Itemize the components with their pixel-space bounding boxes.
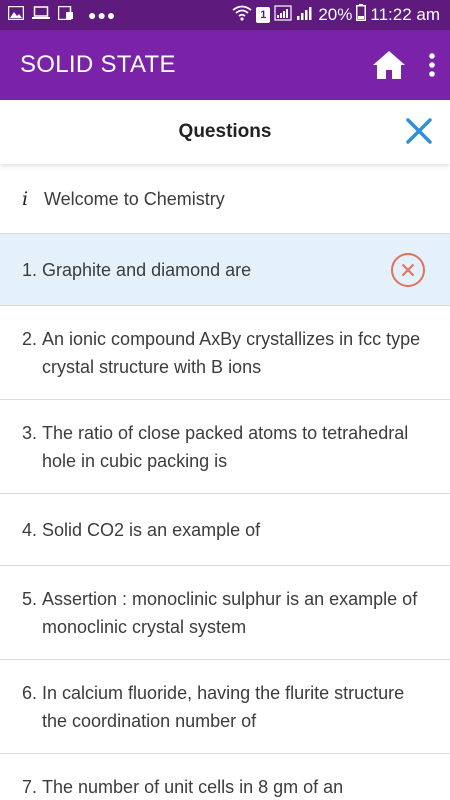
panel-title: Questions <box>178 121 272 142</box>
laptop-icon <box>32 5 50 25</box>
sim-badge: 1 <box>256 7 271 23</box>
signal-strength-icon <box>296 5 314 26</box>
question-number: 6. <box>22 683 43 703</box>
clock: 11:22 am <box>370 5 440 24</box>
question-text: In calcium fluoride, having the flurite … <box>42 683 405 731</box>
status-notifications: ●●● <box>7 5 117 25</box>
question-number: 1. <box>22 259 43 280</box>
status-indicators: 1 20% 11:22 am <box>232 4 440 26</box>
question-number: 7. <box>22 777 43 797</box>
question-number: 5. <box>22 589 43 609</box>
welcome-text: Welcome to Chemistry <box>44 188 225 209</box>
question-text: Graphite and diamond are <box>42 259 252 280</box>
questions-panel-header: Questions <box>0 100 450 164</box>
question-number: 2. <box>22 329 43 349</box>
question-text: Assertion : monoclinic sulphur is an exa… <box>42 589 418 637</box>
list-item-question-4[interactable]: 4. Solid CO2 is an example of <box>0 494 450 566</box>
close-button[interactable] <box>402 114 436 148</box>
question-list: i Welcome to Chemistry 1. Graphite and d… <box>0 164 450 800</box>
wifi-icon <box>232 5 252 26</box>
close-icon <box>406 118 432 144</box>
list-item-question-6[interactable]: 6. In calcium fluoride, having the fluri… <box>0 660 450 754</box>
question-text: The ratio of close packed atoms to tetra… <box>42 423 409 471</box>
app-bar: SOLID STATE <box>0 30 450 100</box>
list-item-question-5[interactable]: 5. Assertion : monoclinic sulphur is an … <box>0 566 450 660</box>
gallery-icon <box>7 5 25 25</box>
battery-percent: 20% <box>318 5 353 24</box>
wrong-answer-icon <box>391 253 425 287</box>
home-icon <box>373 51 405 79</box>
battery-icon <box>356 4 367 26</box>
screenshot-icon <box>57 5 74 25</box>
more-vert-icon <box>429 53 435 77</box>
question-number: 3. <box>22 423 43 443</box>
home-button[interactable] <box>372 50 406 80</box>
list-item-question-2[interactable]: 2. An ionic compound AxBy crystallizes i… <box>0 306 450 400</box>
list-item-welcome[interactable]: i Welcome to Chemistry <box>0 164 450 234</box>
question-number: 4. <box>22 519 43 540</box>
list-item-question-3[interactable]: 3. The ratio of close packed atoms to te… <box>0 400 450 494</box>
list-item-question-7[interactable]: 7. The number of unit cells in 8 gm of a… <box>0 754 450 800</box>
more-notifications-icon: ●●● <box>88 7 117 23</box>
question-text: An ionic compound AxBy crystallizes in f… <box>42 329 421 377</box>
status-bar: ●●● 1 20% 11:22 am <box>0 0 450 30</box>
app-actions <box>372 50 436 80</box>
info-icon: i <box>22 187 29 210</box>
app-title: SOLID STATE <box>20 51 176 78</box>
list-item-question-1[interactable]: 1. Graphite and diamond are <box>0 234 450 306</box>
overflow-menu-button[interactable] <box>428 53 436 77</box>
question-text: The number of unit cells in 8 gm of an <box>42 777 344 797</box>
signal-icon <box>274 4 292 26</box>
question-text: Solid CO2 is an example of <box>42 519 261 540</box>
